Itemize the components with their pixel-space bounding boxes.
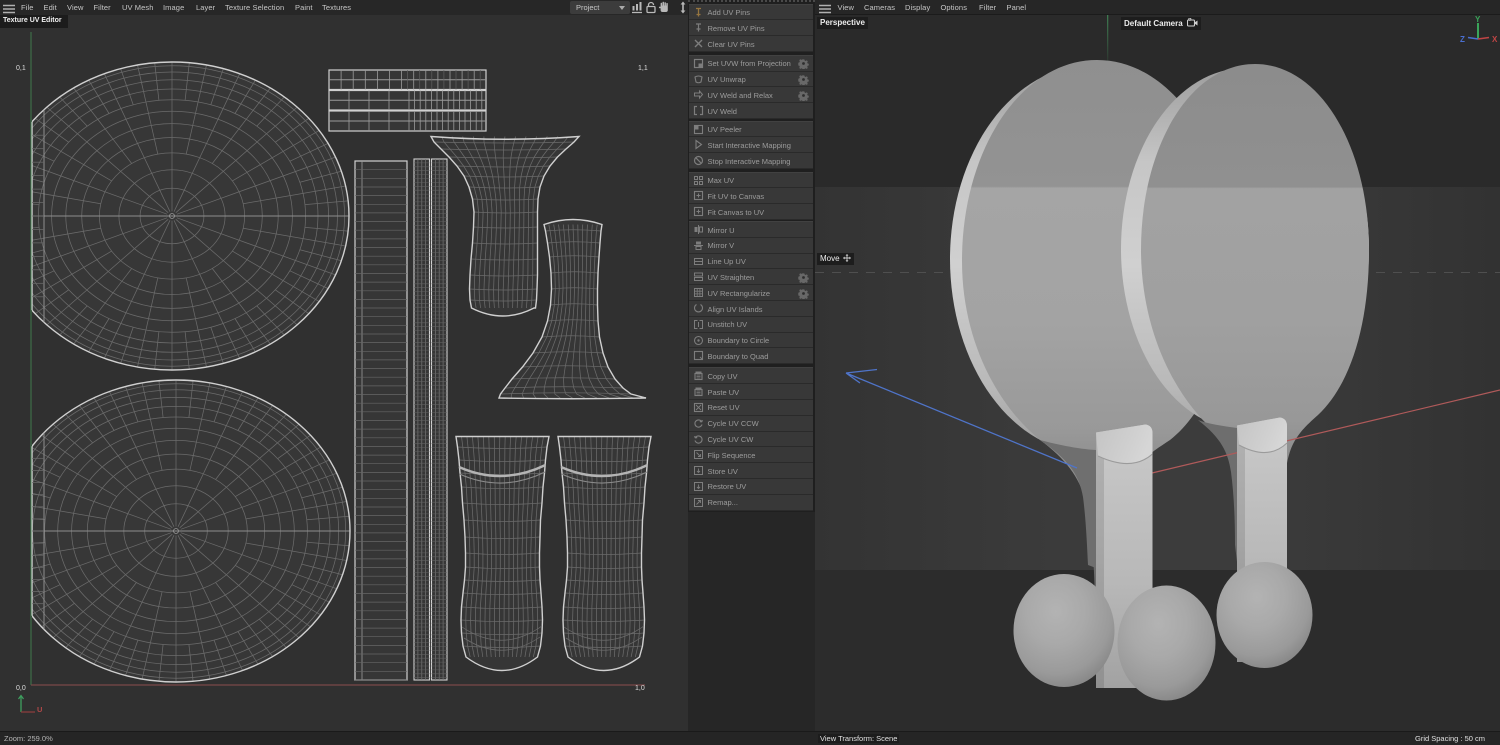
svg-text:Y: Y	[1475, 15, 1481, 24]
svg-text:Z: Z	[1460, 35, 1465, 44]
svg-text:X: X	[1492, 35, 1498, 44]
